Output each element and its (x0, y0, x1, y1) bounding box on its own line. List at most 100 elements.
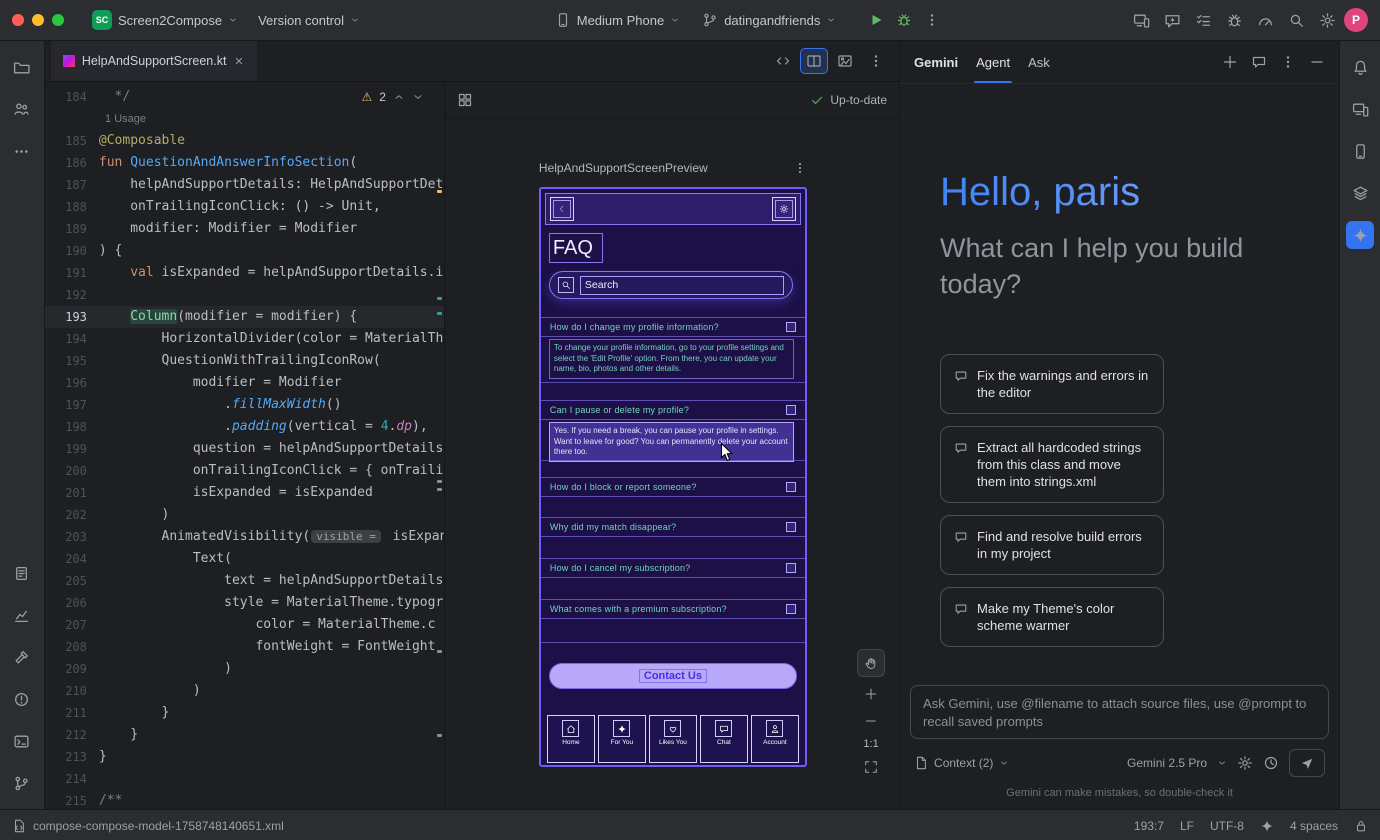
code-line[interactable]: 203 AnimatedVisibility(visible = isExpan… (45, 526, 444, 548)
code-editor[interactable]: 184 */ 1 Usage185@Composable186fun Quest… (45, 82, 445, 809)
faq-question[interactable]: How do I cancel my subscription? (541, 558, 805, 578)
code-line[interactable]: 1 Usage (45, 108, 444, 130)
code-line[interactable]: 194 HorizontalDivider(color = MaterialTh… (45, 328, 444, 350)
code-line[interactable]: 195 QuestionWithTrailingIconRow( (45, 350, 444, 372)
project-icon[interactable] (8, 53, 36, 81)
nav-likes-you-button[interactable]: Likes You (649, 715, 697, 763)
code-line[interactable]: 192 (45, 284, 444, 306)
close-tab-icon[interactable] (233, 55, 245, 67)
run-configuration-selector[interactable]: datingandfriends (696, 8, 842, 32)
suggestion-card[interactable]: Find and resolve build errors in my proj… (940, 515, 1164, 575)
line-number[interactable]: 188 (45, 196, 99, 218)
line-number[interactable]: 193 (45, 306, 99, 328)
line-number[interactable]: 196 (45, 372, 99, 394)
run-button[interactable] (868, 12, 884, 28)
code-line[interactable]: 208 fontWeight = FontWeight (45, 636, 444, 658)
next-problem-icon[interactable] (412, 91, 424, 103)
code-line[interactable]: 193 Column(modifier = modifier) { (45, 306, 444, 328)
line-number[interactable]: 205 (45, 570, 99, 592)
nav-home-button[interactable]: Home (547, 715, 595, 763)
profiler-icon[interactable] (1257, 12, 1274, 29)
line-number[interactable]: 190 (45, 240, 99, 262)
code-line[interactable]: 201 isExpanded = isExpanded (45, 482, 444, 504)
line-number[interactable]: 189 (45, 218, 99, 240)
send-button[interactable] (1289, 749, 1325, 777)
running-devices-icon[interactable] (1346, 95, 1374, 123)
minimize-window-button[interactable] (32, 14, 44, 26)
caret-position-widget[interactable]: 193:7 (1134, 819, 1164, 833)
zoom-out-button[interactable] (860, 711, 882, 731)
line-number[interactable]: 194 (45, 328, 99, 350)
line-number[interactable]: 192 (45, 284, 99, 306)
line-number[interactable]: 202 (45, 504, 99, 526)
code-line[interactable]: 211 } (45, 702, 444, 724)
nav-account-button[interactable]: Account (751, 715, 799, 763)
zoom-in-button[interactable] (860, 684, 882, 704)
search-input[interactable]: Search (580, 276, 784, 295)
settings-button[interactable] (772, 197, 796, 221)
gemini-options-kebab[interactable] (1280, 54, 1296, 70)
line-number[interactable]: 200 (45, 460, 99, 482)
editor-tab[interactable]: HelpAndSupportScreen.kt (51, 41, 258, 81)
device-selector[interactable]: Medium Phone (549, 8, 686, 32)
settings-icon[interactable] (1319, 12, 1336, 29)
bug-report-icon[interactable] (1226, 12, 1243, 29)
code-line[interactable]: 214 (45, 768, 444, 790)
prompt-history-icon[interactable] (1263, 755, 1279, 771)
line-number[interactable]: 197 (45, 394, 99, 416)
expand-toggle-icon[interactable] (786, 322, 796, 332)
code-line[interactable]: 212 } (45, 724, 444, 746)
line-number[interactable]: 198 (45, 416, 99, 438)
back-button[interactable] (550, 197, 574, 221)
faq-question[interactable]: How do I change my profile information? (541, 317, 805, 337)
faq-question[interactable]: What comes with a premium subscription? (541, 599, 805, 619)
suggestion-card[interactable]: Fix the warnings and errors in the edito… (940, 354, 1164, 414)
code-line[interactable]: 190) { (45, 240, 444, 262)
line-number[interactable]: 209 (45, 658, 99, 680)
phone-preview[interactable]: FAQ Search Contact Us Home For (539, 187, 807, 767)
device-manager-icon[interactable] (1346, 137, 1374, 165)
resource-manager-icon[interactable] (1346, 179, 1374, 207)
nav-for-you-button[interactable]: For You (598, 715, 646, 763)
code-line[interactable]: 202 ) (45, 504, 444, 526)
code-line[interactable]: 196 modifier = Modifier (45, 372, 444, 394)
pull-requests-icon[interactable] (8, 95, 36, 123)
code-line[interactable]: 204 Text( (45, 548, 444, 570)
code-line[interactable]: 205 text = helpAndSupportDetails (45, 570, 444, 592)
vcs-widget[interactable]: Version control (252, 9, 366, 32)
line-number[interactable]: 186 (45, 152, 99, 174)
code-line[interactable]: 189 modifier: Modifier = Modifier (45, 218, 444, 240)
code-line[interactable]: 210 ) (45, 680, 444, 702)
search-everywhere-icon[interactable] (1288, 12, 1305, 29)
line-separator-widget[interactable]: LF (1180, 819, 1194, 833)
chat-history-icon[interactable] (1251, 54, 1267, 70)
preview-layout-icon[interactable] (457, 92, 473, 108)
suggestion-card[interactable]: Extract all hardcoded strings from this … (940, 426, 1164, 503)
hide-panel-icon[interactable] (1309, 54, 1325, 70)
indent-widget[interactable]: 4 spaces (1290, 819, 1338, 833)
line-number[interactable]: 210 (45, 680, 99, 702)
line-number[interactable]: 206 (45, 592, 99, 614)
line-number[interactable]: 187 (45, 174, 99, 196)
split-view-button[interactable] (801, 49, 827, 73)
line-number[interactable]: 207 (45, 614, 99, 636)
todo-list-icon[interactable] (1195, 12, 1212, 29)
gemini-status-icon[interactable] (1260, 819, 1274, 833)
line-number[interactable]: 208 (45, 636, 99, 658)
gemini-chat-icon[interactable] (1164, 12, 1181, 29)
line-number[interactable]: 212 (45, 724, 99, 746)
line-number[interactable]: 214 (45, 768, 99, 790)
zoom-level-button[interactable]: 1:1 (863, 738, 878, 750)
code-view-button[interactable] (770, 49, 796, 73)
code-line[interactable]: 186fun QuestionAndAnswerInfoSection( (45, 152, 444, 174)
error-stripe[interactable] (437, 82, 442, 809)
search-bar[interactable]: Search (549, 271, 793, 299)
logcat-icon[interactable] (8, 559, 36, 587)
more-run-options-kebab[interactable] (924, 12, 940, 28)
inspections-widget[interactable]: ⚠ 2 (357, 89, 427, 105)
expand-toggle-icon[interactable] (786, 522, 796, 532)
code-line[interactable]: 185@Composable (45, 130, 444, 152)
line-number[interactable]: 199 (45, 438, 99, 460)
code-line[interactable]: 197 .fillMaxWidth() (45, 394, 444, 416)
faq-question[interactable]: How do I block or report someone? (541, 477, 805, 497)
